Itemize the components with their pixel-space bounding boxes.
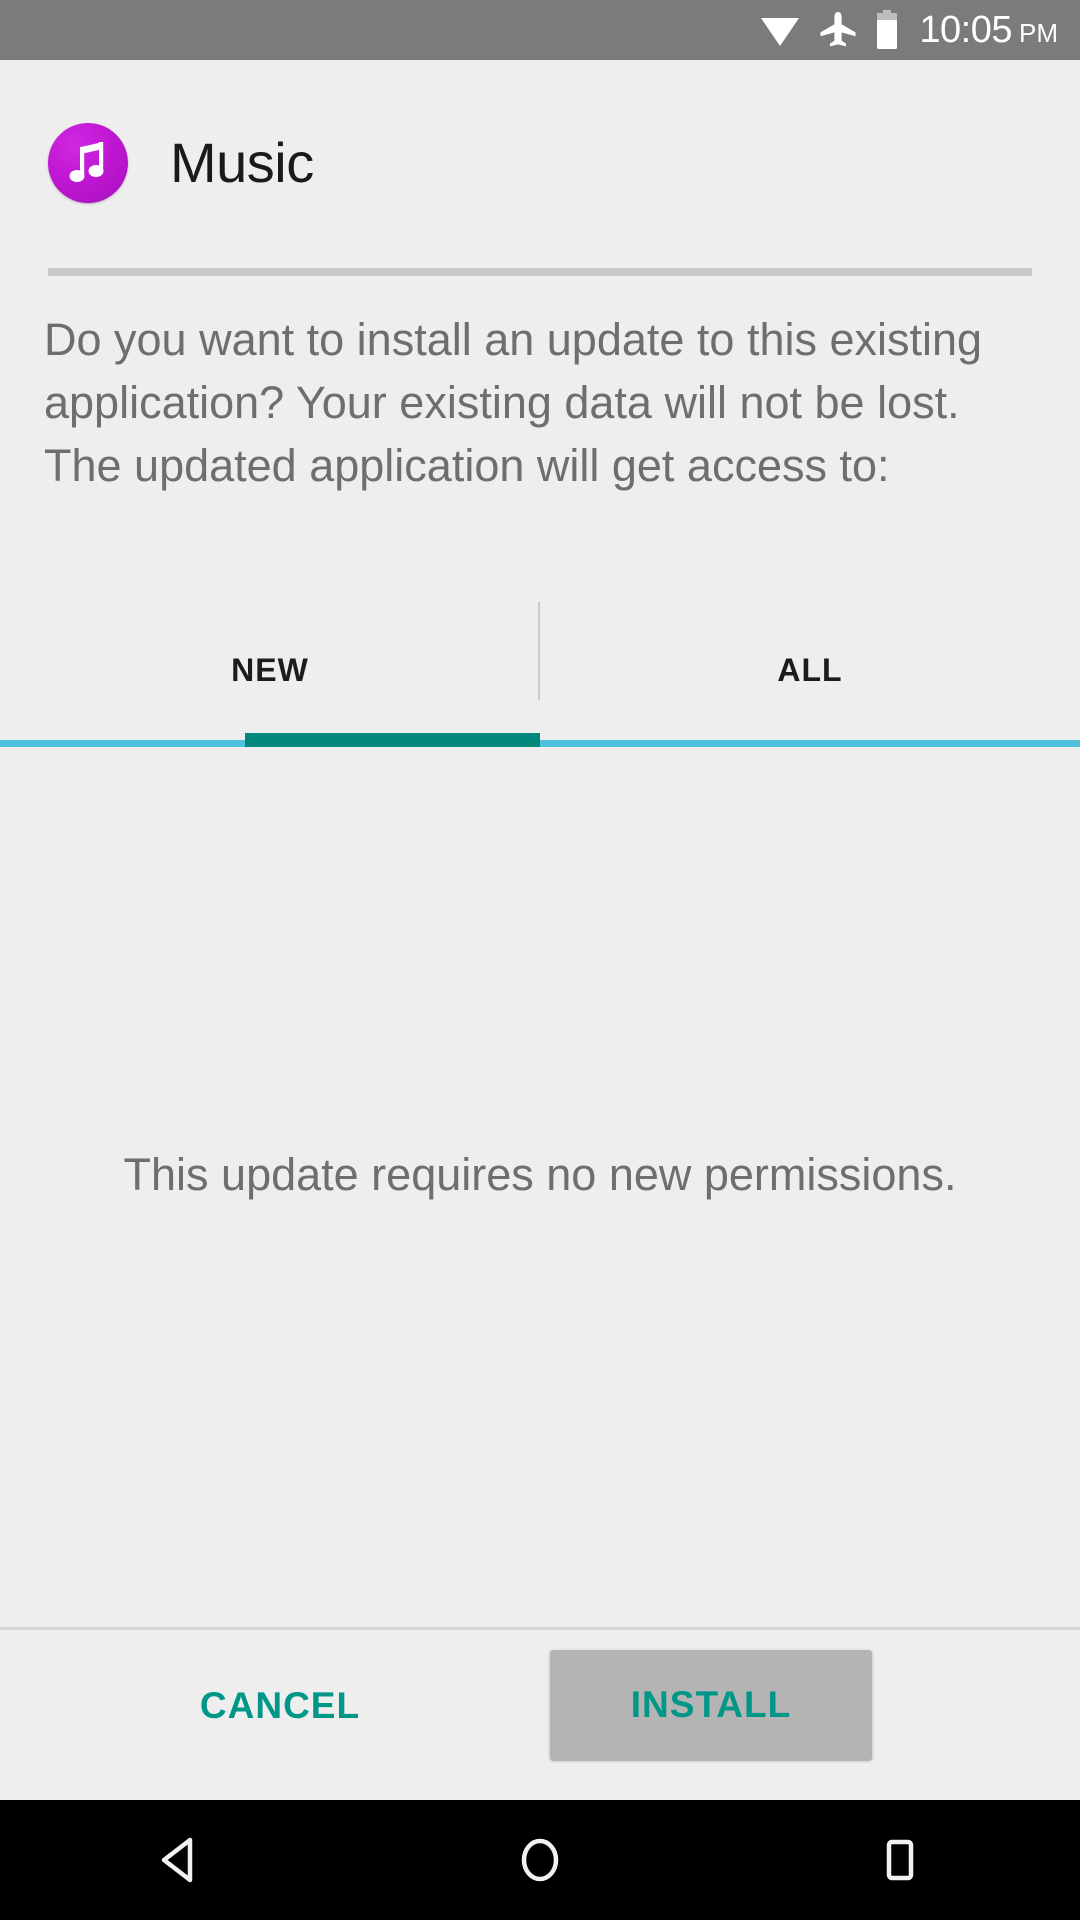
system-navigation-bar	[0, 1800, 1080, 1920]
tab-new-label: NEW	[231, 651, 309, 688]
tab-vertical-divider	[538, 602, 540, 700]
cancel-button[interactable]: CANCEL	[120, 1652, 440, 1760]
clock-time: 10:05	[919, 8, 1012, 51]
install-button[interactable]: INSTALL	[550, 1650, 872, 1760]
home-icon[interactable]	[440, 1800, 640, 1920]
status-clock: 10:05 PM	[919, 9, 1058, 52]
recents-icon[interactable]	[800, 1800, 1000, 1920]
app-title: Music	[170, 131, 314, 194]
airplane-mode-icon	[819, 11, 857, 49]
tab-active-indicator	[245, 733, 540, 747]
install-prompt-text: Do you want to install an update to this…	[44, 314, 983, 491]
tab-all[interactable]: ALL	[540, 600, 1080, 740]
tab-strip-line	[0, 740, 1080, 747]
battery-icon	[875, 10, 899, 50]
permission-tabs: NEW ALL	[0, 600, 1080, 740]
back-icon[interactable]	[80, 1800, 280, 1920]
wifi-icon	[759, 13, 801, 47]
clock-ampm: PM	[1019, 17, 1058, 48]
tab-all-label: ALL	[777, 651, 843, 688]
music-note-app-icon	[48, 123, 128, 203]
header-divider	[48, 268, 1032, 276]
app-header: Music	[48, 108, 1032, 218]
status-bar: 10:05 PM	[0, 0, 1080, 60]
permission-message: This update requires no new permissions.	[123, 1149, 957, 1200]
tab-new[interactable]: NEW	[0, 600, 540, 740]
